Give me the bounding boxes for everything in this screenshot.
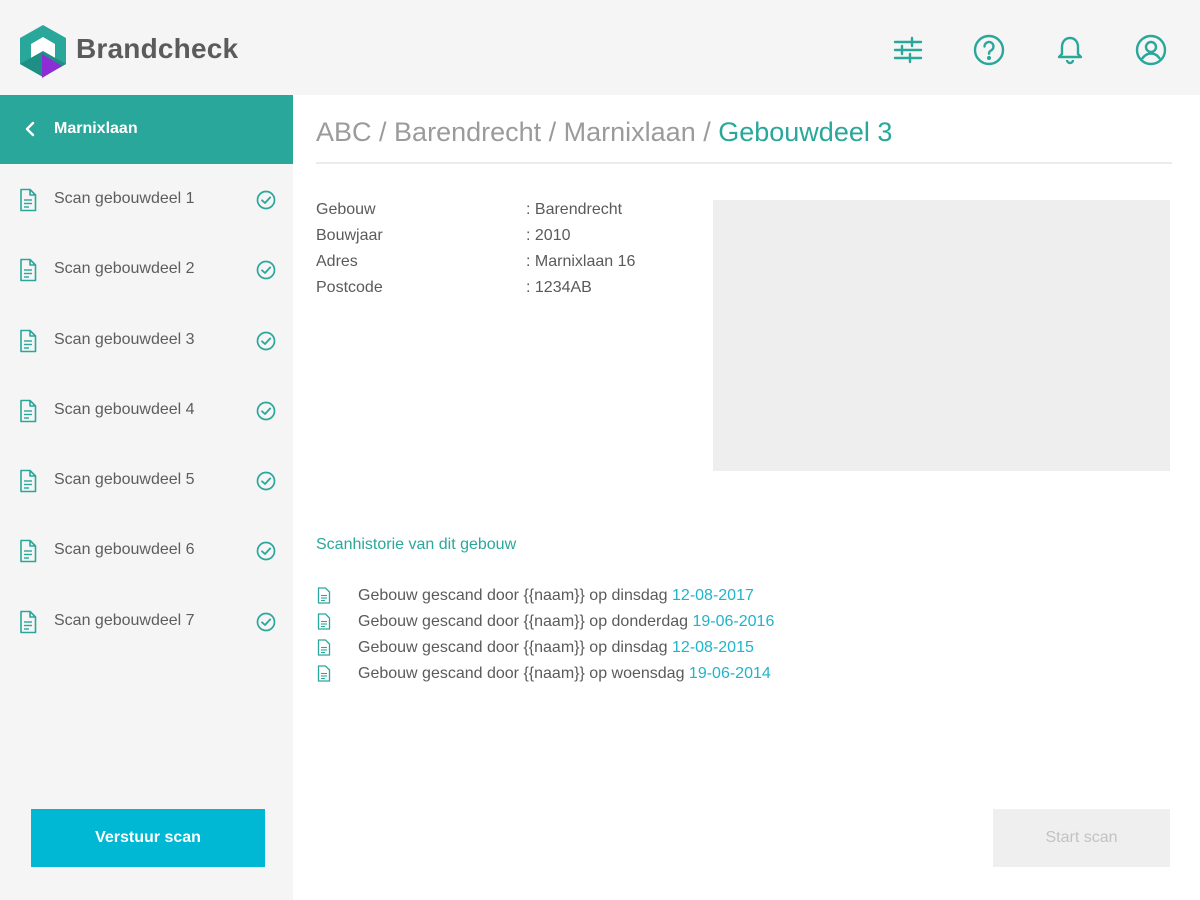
breadcrumb-item-abc[interactable]: ABC	[316, 117, 372, 147]
document-icon	[317, 587, 331, 604]
send-scan-button[interactable]: Verstuur scan	[31, 809, 265, 867]
sidebar-item-label: Scan gebouwdeel 4	[54, 400, 195, 418]
detail-key: Adres	[316, 253, 358, 270]
sidebar-item-label: Scan gebouwdeel 2	[54, 260, 195, 278]
check-circle-icon	[256, 612, 276, 632]
breadcrumb-divider	[316, 162, 1172, 164]
top-header: Brandcheck	[0, 0, 1200, 95]
brandcheck-logo-icon[interactable]	[18, 24, 68, 78]
history-entry-text: Gebouw gescand door {{naam}} op donderda…	[358, 613, 693, 630]
history-entry-date-link[interactable]: 12-08-2017	[672, 587, 754, 604]
check-circle-icon	[256, 331, 276, 350]
scan-history-title: Scanhistorie van dit gebouw	[316, 536, 517, 553]
bell-icon[interactable]	[1052, 32, 1088, 68]
building-image-placeholder	[713, 200, 1170, 471]
document-icon	[20, 610, 37, 634]
sidebar-item-scan-4[interactable]: Scan gebouwdeel 4	[0, 375, 293, 445]
detail-value: : 1234AB	[526, 279, 592, 296]
start-scan-button[interactable]: Start scan	[993, 809, 1170, 867]
sidebar-back-label: Marnixlaan	[54, 120, 138, 137]
check-circle-icon	[256, 471, 276, 491]
sidebar-item-label: Scan gebouwdeel 1	[54, 190, 195, 207]
detail-key: Bouwjaar	[316, 227, 383, 244]
sidebar-item-label: Scan gebouwdeel 5	[54, 471, 195, 489]
check-circle-icon	[256, 542, 276, 561]
document-icon	[317, 639, 331, 656]
breadcrumb-separator: /	[371, 117, 395, 147]
document-icon	[20, 399, 37, 423]
document-icon	[20, 329, 37, 352]
breadcrumb-item-marnixlaan[interactable]: Marnixlaan	[564, 117, 696, 147]
document-icon	[20, 469, 37, 493]
history-entry-text: Gebouw gescand door {{naam}} op dinsdag	[358, 639, 673, 656]
sidebar-item-scan-2[interactable]: Scan gebouwdeel 2	[0, 234, 293, 304]
history-entry-date-link[interactable]: 19-06-2016	[693, 613, 775, 630]
detail-value: : Barendrecht	[526, 201, 623, 218]
sidebar-item-label: Scan gebouwdeel 7	[54, 611, 195, 629]
detail-value: : Marnixlaan 16	[526, 253, 636, 270]
history-entry-date-link[interactable]: 19-06-2014	[689, 665, 771, 682]
brand-name: Brandcheck	[76, 33, 239, 64]
document-icon	[20, 258, 37, 282]
help-icon[interactable]	[971, 32, 1007, 68]
breadcrumb: ABC / Barendrecht / Marnixlaan / Gebouwd…	[316, 117, 892, 148]
filter-icon[interactable]	[890, 32, 926, 68]
sidebar-item-scan-1[interactable]: Scan gebouwdeel 1	[0, 164, 293, 234]
breadcrumb-item-barendrecht[interactable]: Barendrecht	[394, 117, 541, 147]
breadcrumb-current: Gebouwdeel 3	[718, 117, 893, 147]
check-circle-icon	[256, 401, 276, 421]
sidebar-item-label: Scan gebouwdeel 6	[54, 541, 195, 559]
sidebar-back-button[interactable]: Marnixlaan	[0, 95, 293, 164]
breadcrumb-separator: /	[695, 117, 719, 147]
sidebar-item-scan-6[interactable]: Scan gebouwdeel 6	[0, 515, 293, 585]
account-icon[interactable]	[1133, 32, 1169, 68]
history-entry-date-link[interactable]: 12-08-2015	[672, 639, 754, 656]
check-circle-icon	[256, 260, 276, 280]
document-icon	[20, 188, 37, 212]
detail-key: Postcode	[316, 279, 383, 296]
document-icon	[317, 613, 331, 630]
sidebar-item-scan-5[interactable]: Scan gebouwdeel 5	[0, 445, 293, 515]
sidebar: Marnixlaan Scan gebouwdeel 1 Scan gebouw…	[0, 95, 293, 900]
document-icon	[20, 540, 37, 563]
sidebar-item-scan-3[interactable]: Scan gebouwdeel 3	[0, 305, 293, 375]
history-entry-text: Gebouw gescand door {{naam}} op dinsdag	[358, 587, 673, 604]
breadcrumb-separator: /	[541, 117, 564, 147]
sidebar-item-scan-7[interactable]: Scan gebouwdeel 7	[0, 586, 293, 656]
history-entry-text: Gebouw gescand door {{naam}} op woensdag	[358, 665, 689, 682]
check-circle-icon	[256, 190, 276, 210]
document-icon	[317, 665, 331, 682]
sidebar-item-label: Scan gebouwdeel 3	[54, 330, 195, 348]
detail-key: Gebouw	[316, 201, 376, 218]
chevron-left-icon	[25, 121, 35, 137]
detail-value: : 2010	[526, 227, 571, 244]
scan-part-list: Scan gebouwdeel 1 Scan gebouwdeel 2 Scan…	[0, 164, 293, 656]
